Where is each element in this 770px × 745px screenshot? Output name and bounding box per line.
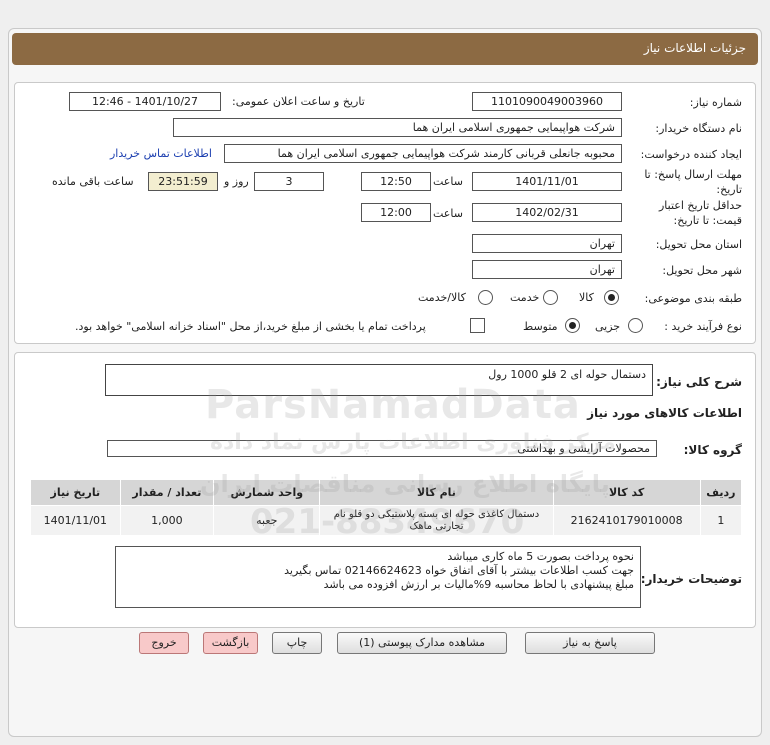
contact-link[interactable]: اطلاعات تماس خریدار: [110, 147, 212, 160]
validity-time-label: ساعت: [433, 207, 463, 220]
category-label: طبقه بندی موضوعی:: [644, 292, 742, 305]
city-label: شهر محل تحویل:: [662, 264, 742, 277]
category-goods-service-label: کالا/خدمت: [418, 291, 466, 304]
deadline-time-label: ساعت: [433, 175, 463, 188]
deadline-date-field: 1401/11/01: [472, 172, 622, 191]
process-minor-label: جزیی: [595, 320, 621, 333]
col-row: ردیف: [699, 479, 743, 506]
need-number-field: 1101090049003960: [472, 92, 622, 111]
treasury-checkbox[interactable]: [470, 318, 485, 333]
row-qty: 1,000: [119, 505, 215, 536]
requester-field: محبوبه جانعلی قربانی کارمند شرکت هواپیما…: [224, 144, 622, 163]
validity-label-1: حداقل تاریخ اعتبار: [658, 199, 742, 212]
exit-button[interactable]: خروج: [139, 632, 189, 654]
goods-section-title: اطلاعات کالاهای مورد نیاز: [587, 406, 742, 420]
validity-date-field: 1402/02/31: [472, 203, 622, 222]
col-code: کد کالا: [552, 479, 701, 506]
page-title: جزئیات اطلاعات نیاز: [643, 41, 746, 55]
category-service-radio[interactable]: [543, 290, 558, 305]
announce-field: 1401/10/27 - 12:46: [69, 92, 221, 111]
treasury-note: پرداخت تمام یا بخشی از مبلغ خرید،از محل …: [75, 320, 426, 333]
table-row[interactable]: 1 2162410179010008 دستمال کاغذی حوله ای …: [30, 505, 743, 536]
row-name: دستمال کاغذی حوله ای بسته پلاستیکی دو قل…: [319, 505, 554, 536]
description-label: شرح کلی نیاز:: [656, 375, 742, 389]
province-field: تهران: [472, 234, 622, 253]
col-name: نام کالا: [319, 479, 554, 506]
row-unit: جعبه: [213, 505, 321, 536]
goods-table: ردیف کد کالا نام کالا واحد شمارش تعداد /…: [30, 479, 743, 536]
row-code: 2162410179010008: [552, 505, 701, 536]
col-qty: تعداد / مقدار: [119, 479, 215, 506]
notes-label: توضیحات خریدار:: [640, 572, 742, 586]
notes-line-2: جهت کسب اطلاعات بیشتر با آقای اتفاق خواه…: [284, 564, 634, 577]
validity-time-field: 12:00: [361, 203, 431, 222]
remaining-time-field: 23:51:59: [148, 172, 218, 191]
days-field: 3: [254, 172, 324, 191]
category-goods-label: کالا: [579, 291, 594, 304]
attachments-button[interactable]: مشاهده مدارک پیوستی (1): [337, 632, 507, 654]
col-date: تاریخ نیاز: [30, 479, 121, 506]
remaining-label: ساعت باقی مانده: [52, 175, 134, 188]
notes-line-3: مبلغ پیشنهادی با لحاظ محاسبه 9%مالیات بر…: [323, 578, 634, 591]
validity-label-2: قیمت: تا تاریخ:: [673, 214, 742, 227]
print-button[interactable]: چاپ: [272, 632, 322, 654]
category-service-label: خدمت: [510, 291, 540, 304]
notes-line-1: نحوه پرداخت بصورت 5 ماه کاری میباشد: [447, 550, 634, 563]
announce-label: تاریخ و ساعت اعلان عمومی:: [232, 95, 365, 108]
deadline-label-1: مهلت ارسال پاسخ: تا: [644, 168, 742, 181]
row-number: 1: [699, 505, 743, 536]
process-label: نوع فرآیند خرید :: [664, 320, 742, 333]
notes-box: نحوه پرداخت بصورت 5 ماه کاری میباشد جهت …: [115, 546, 641, 608]
days-label: روز و: [224, 175, 249, 188]
deadline-time-field: 12:50: [361, 172, 431, 191]
page-header: جزئیات اطلاعات نیاز: [12, 33, 758, 65]
category-goods-radio[interactable]: [604, 290, 619, 305]
goods-group-field: محصولات آرایشی و بهداشتی: [107, 440, 657, 457]
process-medium-radio[interactable]: [565, 318, 580, 333]
process-medium-label: متوسط: [523, 320, 558, 333]
back-button[interactable]: بازگشت: [203, 632, 258, 654]
province-label: استان محل تحویل:: [655, 238, 742, 251]
requester-label: ایجاد کننده درخواست:: [640, 148, 742, 161]
buyer-org-field: شرکت هواپیمایی جمهوری اسلامی ایران هما: [173, 118, 622, 137]
col-unit: واحد شمارش: [213, 479, 321, 506]
category-goods-service-radio[interactable]: [478, 290, 493, 305]
buyer-org-label: نام دستگاه خریدار:: [655, 122, 742, 135]
need-number-label: شماره نیاز:: [689, 96, 742, 109]
row-date: 1401/11/01: [30, 505, 121, 536]
description-field: دستمال حوله ای 2 قلو 1000 رول: [105, 364, 653, 396]
deadline-label-2: تاریخ:: [716, 183, 742, 196]
goods-table-header: ردیف کد کالا نام کالا واحد شمارش تعداد /…: [30, 479, 743, 506]
goods-group-label: گروه کالا:: [683, 443, 742, 457]
process-minor-radio[interactable]: [628, 318, 643, 333]
city-field: تهران: [472, 260, 622, 279]
reply-button[interactable]: پاسخ به نیاز: [525, 632, 655, 654]
